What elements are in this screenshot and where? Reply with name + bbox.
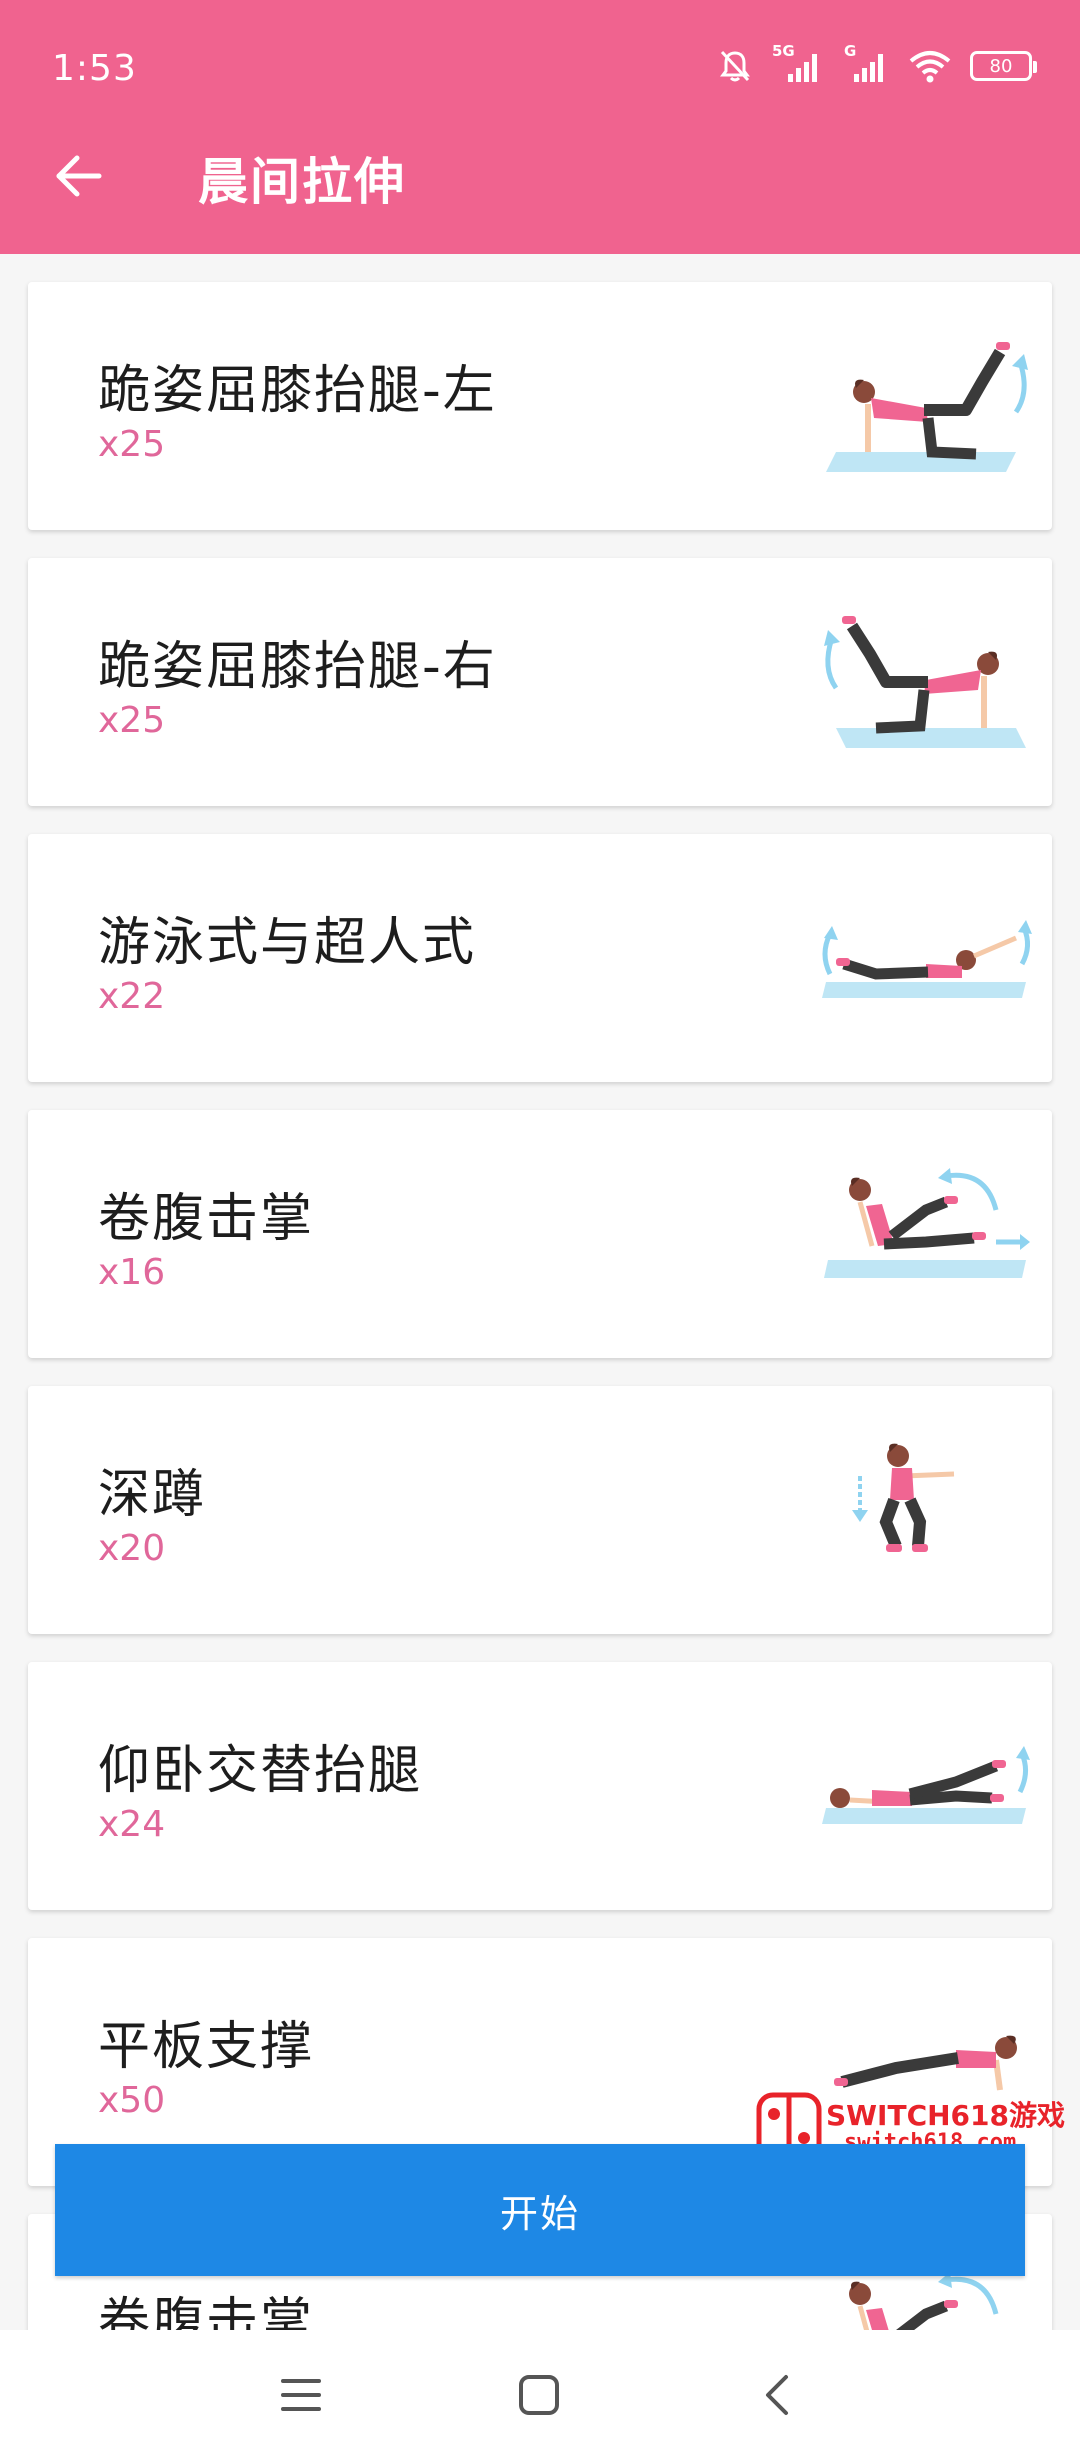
lying-alternate-leg-raise-illustration	[822, 1746, 1030, 1824]
exercise-reps: x16	[98, 1252, 166, 1293]
mute-bell-icon	[716, 47, 754, 85]
exercise-card[interactable]: 仰卧交替抬腿 x24	[28, 1662, 1052, 1910]
home-button[interactable]	[504, 2360, 574, 2430]
exercise-name: 卷腹击掌	[98, 1189, 315, 1249]
page-title: 晨间拉伸	[198, 153, 406, 211]
status-icons: 5G G 80	[716, 42, 1037, 88]
battery-icon: 80	[970, 51, 1037, 81]
exercise-list[interactable]: 跪姿屈膝抬腿-左 x25 跪姿屈膝抬腿-右 x25 游泳式与超人式 x22 卷腹…	[0, 254, 1080, 2330]
menu-icon	[281, 2379, 321, 2411]
wifi-icon	[908, 48, 952, 84]
menu-button[interactable]	[266, 2360, 336, 2430]
back-nav-button[interactable]	[742, 2360, 812, 2430]
crunch-clap-illustration	[824, 1168, 1030, 1278]
exercise-reps: x22	[98, 976, 166, 1017]
status-time: 1:53	[52, 48, 137, 89]
back-chevron-icon	[766, 2375, 788, 2415]
exercise-reps: x24	[98, 1804, 166, 1845]
watermark-line-1: SWITCH618游戏	[826, 2099, 1065, 2132]
signal-icon: 5G	[772, 42, 824, 86]
exercise-name: 深蹲	[98, 1465, 207, 1525]
back-button[interactable]	[48, 146, 108, 206]
exercise-name: 游泳式与超人式	[98, 913, 477, 973]
signal-icon: G	[842, 42, 890, 86]
exercise-card[interactable]: 游泳式与超人式 x22	[28, 834, 1052, 1082]
exercise-name: 跪姿屈膝抬腿-右	[98, 637, 497, 697]
exercise-card[interactable]: 跪姿屈膝抬腿-右 x25	[28, 558, 1052, 806]
exercise-reps: x20	[98, 1528, 166, 1569]
kneeling-leg-lift-right-illustration	[824, 616, 1026, 748]
exercise-name: 卷腹击掌	[98, 2293, 315, 2330]
exercise-card[interactable]: 卷腹击掌 x16	[28, 1110, 1052, 1358]
exercise-name: 仰卧交替抬腿	[98, 1741, 423, 1801]
app-bar: 1:53 5G G 80 晨间拉伸	[0, 0, 1080, 254]
kneeling-leg-lift-left-illustration	[826, 342, 1028, 472]
exercise-name: 跪姿屈膝抬腿-左	[98, 361, 497, 421]
exercise-name: 平板支撑	[98, 2017, 315, 2077]
exercise-reps: x25	[98, 424, 166, 465]
home-square-icon	[519, 2375, 559, 2415]
arrow-left-icon	[56, 155, 102, 197]
exercise-card[interactable]: 深蹲 x20	[28, 1386, 1052, 1634]
exercise-reps: x25	[98, 700, 166, 741]
start-button[interactable]: 开始	[55, 2144, 1025, 2276]
squat-illustration	[852, 1443, 955, 1552]
navigation-bar	[0, 2330, 1080, 2460]
exercise-card[interactable]: 跪姿屈膝抬腿-左 x25	[28, 282, 1052, 530]
exercise-reps: x50	[98, 2080, 166, 2121]
swimmer-superman-illustration	[822, 920, 1032, 998]
